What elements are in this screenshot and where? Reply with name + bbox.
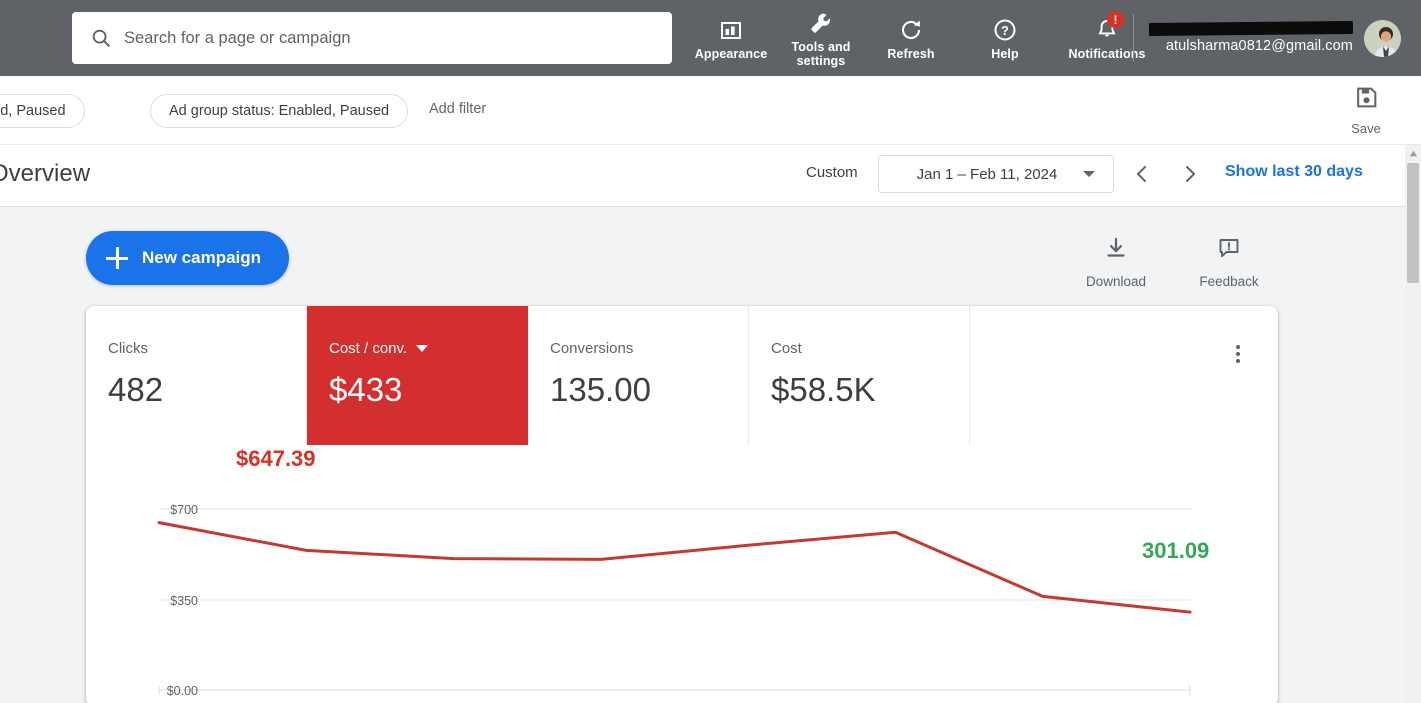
filter-chip-label: : Enabled, Paused [0,103,66,119]
metric-trend-chart: $700 $350 $0.00 Jan 1, 2024 Feb 5, 2024 … [86,445,1278,703]
download-button[interactable]: Download [1061,232,1171,292]
metric-selector-row: Clicks 482 Cost / conv. $433 Conversions… [86,306,1278,445]
y-axis-tick-350: $350 [138,594,198,608]
plus-icon [106,247,128,269]
metric-label: Cost / conv. [329,340,407,357]
chart-canvas [86,445,1278,703]
new-campaign-button[interactable]: New campaign [86,231,289,285]
overview-metrics-card: Clicks 482 Cost / conv. $433 Conversions… [86,306,1278,703]
chevron-down-icon[interactable] [416,345,428,352]
toolbar-item-refresh[interactable]: Refresh [864,0,958,76]
metric-card-cost-per-conv[interactable]: Cost / conv. $433 [307,306,528,445]
toolbar-item-tools-and-settings[interactable]: Tools and settings [778,0,864,76]
account-id-redacted [1149,21,1353,36]
metric-value: 135.00 [550,371,748,409]
scroll-up-arrow-icon[interactable] [1405,145,1421,162]
download-label: Download [1086,274,1146,289]
search-icon [90,27,112,49]
previous-period-button[interactable] [1126,158,1158,190]
toolbar-item-appearance[interactable]: Appearance [684,0,778,76]
date-range-picker[interactable]: Jan 1 – Feb 11, 2024 [878,155,1114,193]
refresh-icon [899,16,923,42]
wrench-icon [809,9,833,35]
metric-label: Cost [771,340,802,357]
metric-value: 482 [108,371,306,409]
add-filter-button[interactable]: Add filter [429,101,486,117]
toolbar-item-label: Refresh [887,47,934,61]
toolbar-item-label: Help [991,47,1019,61]
feedback-icon [1217,236,1241,265]
new-campaign-label: New campaign [142,248,261,268]
avatar[interactable] [1364,20,1401,57]
chart-trend-line [159,523,1190,613]
toolbar-item-label: Appearance [695,47,768,61]
feedback-button[interactable]: Feedback [1174,232,1284,292]
top-app-bar: Appearance Tools and settings Refresh [0,0,1421,76]
chevron-right-icon [1178,162,1202,186]
appearance-chart-icon [719,16,743,42]
chevron-left-icon [1130,162,1154,186]
save-button[interactable]: Save [1329,82,1403,138]
date-range-value: Jan 1 – Feb 11, 2024 [879,166,1083,183]
download-icon [1104,236,1128,265]
svg-text:?: ? [1001,24,1009,38]
kebab-menu-icon[interactable] [1226,342,1250,366]
metric-value: $433 [329,371,528,409]
metric-row-spacer [970,306,1278,445]
toolbar-item-help[interactable]: ? Help [958,0,1052,76]
metric-card-clicks[interactable]: Clicks 482 [86,306,307,445]
account-info[interactable]: atulsharma0812@gmail.com [1071,12,1353,64]
filter-chip-label: Ad group status: Enabled, Paused [169,103,389,119]
account-email: atulsharma0812@gmail.com [1166,38,1353,54]
search-input[interactable] [124,29,644,48]
filter-chip-campaign-status[interactable]: : Enabled, Paused [0,94,85,128]
chevron-down-icon [1083,171,1095,177]
metric-label: Clicks [108,340,148,357]
metric-card-conversions[interactable]: Conversions 135.00 [528,306,749,445]
main-content: New campaign Download Feedback Clicks [0,207,1406,703]
chart-end-value-label: 301.09 [1142,538,1209,564]
date-preset-label: Custom [806,164,858,181]
metric-value: $58.5K [771,371,969,409]
y-axis-tick-0: $0.00 [138,684,198,698]
metric-label: Conversions [550,340,633,357]
metric-card-cost[interactable]: Cost $58.5K [749,306,970,445]
help-question-icon: ? [993,16,1017,42]
vertical-scrollbar[interactable] [1405,145,1421,703]
next-period-button[interactable] [1174,158,1206,190]
search-bar[interactable] [72,12,672,64]
save-label: Save [1351,121,1381,136]
y-axis-tick-700: $700 [138,503,198,517]
filter-chip-ad-group-status[interactable]: Ad group status: Enabled, Paused [150,94,408,128]
scrollbar-thumb[interactable] [1407,163,1419,283]
show-last-30-days-link[interactable]: Show last 30 days [1225,163,1363,181]
chart-start-value-label: $647.39 [236,446,316,472]
page-title: Overview [0,160,90,188]
toolbar-item-label: Tools and settings [778,40,864,68]
feedback-label: Feedback [1199,274,1258,289]
chart-gridlines [159,509,1191,690]
save-floppy-icon [1354,85,1379,115]
